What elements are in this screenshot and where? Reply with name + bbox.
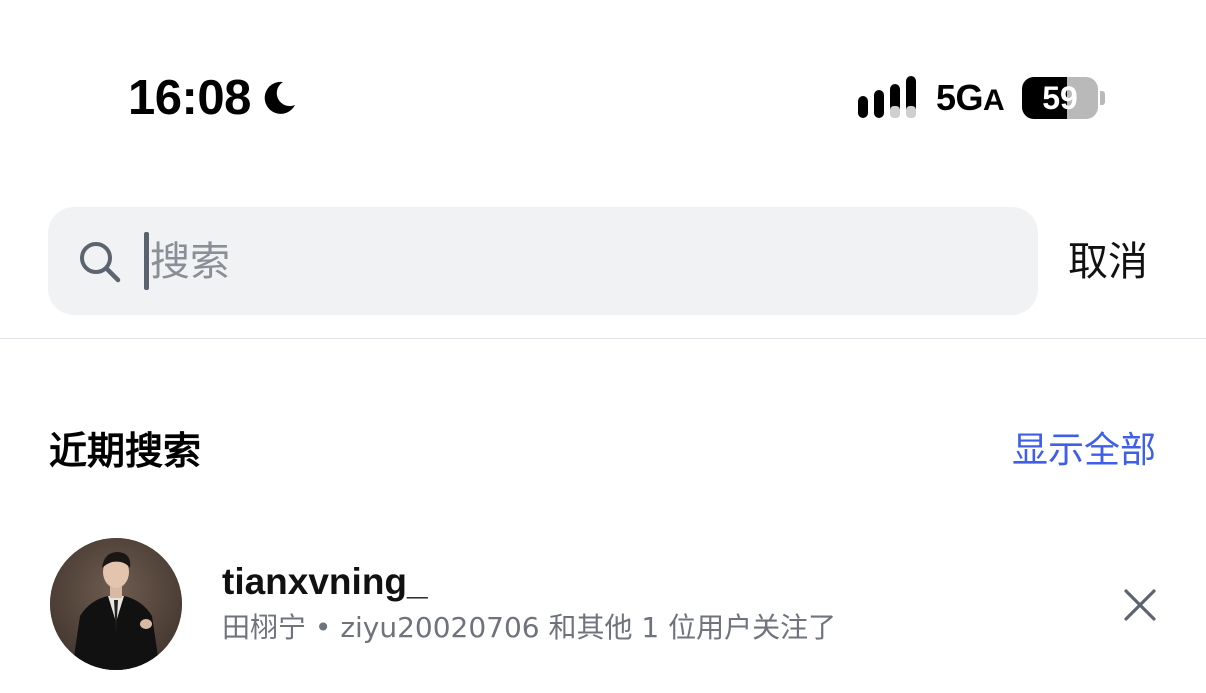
show-all-link[interactable]: 显示全部 bbox=[1012, 424, 1156, 478]
battery-percent: 59 bbox=[1042, 80, 1078, 116]
battery-icon: 59 bbox=[1022, 77, 1106, 119]
signal-icon bbox=[858, 76, 916, 118]
status-time: 16:08 bbox=[128, 70, 299, 126]
search-screen: 16:08 5GA 59 取消 近期搜索 显示全部 bbox=[0, 0, 1206, 693]
battery-body: 59 bbox=[1022, 77, 1098, 119]
search-icon bbox=[80, 242, 121, 283]
network-type: 5GA bbox=[936, 77, 1005, 118]
close-icon[interactable] bbox=[1120, 585, 1160, 625]
recent-search-item[interactable]: tianxvning_ 田栩宁 • ziyu20020706 和其他 1 位用户… bbox=[0, 530, 1206, 680]
divider bbox=[0, 338, 1206, 339]
cancel-button[interactable]: 取消 bbox=[1068, 232, 1148, 292]
moon-icon bbox=[264, 81, 295, 114]
recent-searches-title: 近期搜索 bbox=[49, 429, 202, 473]
avatar[interactable] bbox=[50, 538, 182, 670]
battery-nub bbox=[1100, 91, 1105, 105]
network-label: 5G bbox=[936, 77, 984, 118]
search-input[interactable] bbox=[150, 232, 1010, 292]
clock: 16:08 bbox=[128, 70, 251, 125]
text-caret bbox=[144, 232, 149, 290]
network-suffix: A bbox=[983, 84, 1005, 117]
avatar-image bbox=[50, 538, 182, 670]
username: tianxvning_ bbox=[222, 561, 428, 602]
follow-context: 田栩宁 • ziyu20020706 和其他 1 位用户关注了 bbox=[222, 611, 837, 644]
